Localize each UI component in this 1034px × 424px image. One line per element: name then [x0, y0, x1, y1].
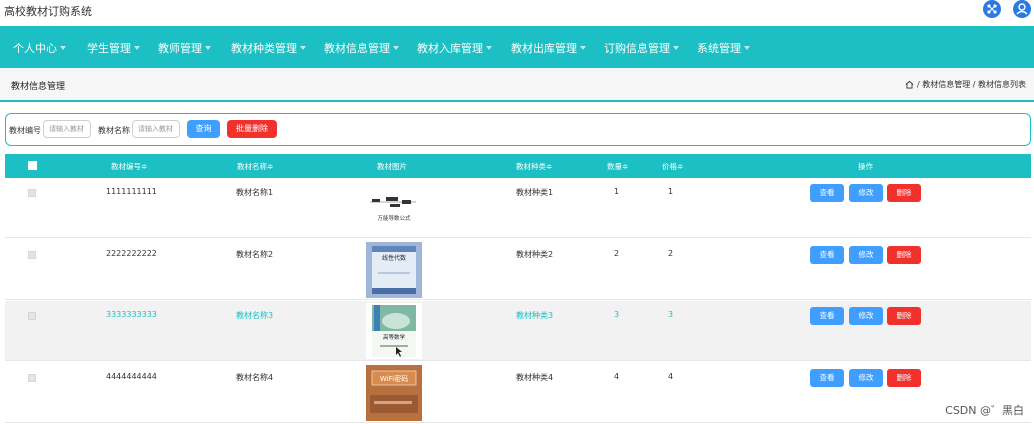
- cell-price: 1: [668, 187, 674, 196]
- app-title: 高校教材订购系统: [4, 5, 92, 18]
- edit-button[interactable]: 修改: [849, 369, 883, 387]
- nav-item-stock-out[interactable]: 教材出库管理: [511, 40, 586, 56]
- view-button[interactable]: 查看: [810, 369, 844, 387]
- chevron-down-icon: [205, 46, 211, 50]
- chevron-down-icon: [744, 46, 750, 50]
- home-icon[interactable]: [905, 80, 914, 89]
- apps-icon[interactable]: [983, 0, 1001, 18]
- cell-type: 教材种类1: [516, 188, 554, 197]
- nav-item-orders[interactable]: 订购信息管理: [604, 40, 679, 56]
- cell-name: 教材名称3: [236, 311, 274, 320]
- nav-item-students[interactable]: 学生管理: [87, 40, 140, 56]
- header-actions: 操作: [858, 162, 873, 171]
- cell-type: 教材种类4: [516, 373, 554, 382]
- cell-price: 3: [668, 310, 674, 319]
- watermark: CSDN @゛黑白: [945, 404, 1024, 417]
- breadcrumb-bar: 教材信息管理 / 教材信息管理 / 教材信息列表: [0, 68, 1034, 102]
- row-checkbox[interactable]: [28, 312, 36, 320]
- nav-item-teachers[interactable]: 教师管理: [158, 40, 211, 56]
- code-search-input[interactable]: 请输入教材: [43, 120, 91, 138]
- cell-name: 教材名称2: [236, 250, 274, 259]
- table-row[interactable]: 1111111111 教材名称1 万能导数公式 教材种类1 1 1 查看 修改 …: [5, 178, 1031, 238]
- delete-button[interactable]: 删除: [887, 307, 921, 325]
- row-checkbox[interactable]: [28, 251, 36, 259]
- batch-delete-button[interactable]: 批量删除: [227, 120, 277, 138]
- view-button[interactable]: 查看: [810, 307, 844, 325]
- view-button[interactable]: 查看: [810, 184, 844, 202]
- cell-image-text: 高等数学: [383, 333, 406, 341]
- table-row[interactable]: 3333333333 教材名称3 高等数学 教材种类3 3 3 查看 修改 删除: [5, 301, 1031, 361]
- delete-button[interactable]: 删除: [887, 369, 921, 387]
- textbook-image[interactable]: 线性代数: [366, 242, 422, 298]
- select-all-checkbox[interactable]: [28, 161, 37, 170]
- table-header: 教材编号≑ 教材名称≑ 教材图片 教材种类≑ 数量≑ 价格≑ 操作: [5, 154, 1031, 178]
- chevron-down-icon: [60, 46, 66, 50]
- chevron-down-icon: [486, 46, 492, 50]
- textbook-image[interactable]: 高等数学: [366, 303, 422, 359]
- search-form: 教材编号 请输入教材 教材名称 请输入教材 查询 批量删除: [5, 113, 1031, 146]
- textbook-image[interactable]: WiFi密码: [366, 365, 422, 421]
- nav-item-textbook-types[interactable]: 教材种类管理: [231, 40, 306, 56]
- cell-qty: 1: [614, 187, 620, 196]
- cell-type: 教材种类3: [516, 311, 554, 320]
- chevron-down-icon: [300, 46, 306, 50]
- edit-button[interactable]: 修改: [849, 307, 883, 325]
- page: 高校教材订购系统 个人中心 学生管理 教师管理 教材种类管理 教材信息管理 教材…: [0, 0, 1034, 424]
- breadcrumb-path: / 教材信息管理 / 教材信息列表: [916, 80, 1026, 89]
- cell-code: 3333333333: [106, 310, 157, 319]
- cell-image-text: 万能导数公式: [377, 214, 411, 222]
- header-price[interactable]: 价格≑: [662, 161, 683, 172]
- cell-qty: 4: [614, 372, 620, 381]
- cell-name: 教材名称4: [236, 373, 274, 382]
- chevron-down-icon: [393, 46, 399, 50]
- cell-code: 2222222222: [106, 249, 157, 258]
- nav-item-textbook-info[interactable]: 教材信息管理: [324, 40, 399, 56]
- header-type[interactable]: 教材种类≑: [516, 161, 552, 172]
- textbook-image[interactable]: 万能导数公式: [366, 180, 422, 236]
- table-row[interactable]: 2222222222 教材名称2 线性代数 教材种类2 2 2 查看 修改 删除: [5, 240, 1031, 300]
- top-bar: 高校教材订购系统: [0, 0, 1034, 26]
- edit-button[interactable]: 修改: [849, 246, 883, 264]
- name-label: 教材名称: [98, 126, 130, 135]
- view-button[interactable]: 查看: [810, 246, 844, 264]
- header-qty[interactable]: 数量≑: [607, 161, 628, 172]
- nav-item-system[interactable]: 系统管理: [697, 40, 750, 56]
- row-checkbox[interactable]: [28, 374, 36, 382]
- header-name[interactable]: 教材名称≑: [237, 161, 273, 172]
- cell-name: 教材名称1: [236, 188, 274, 197]
- cell-code: 1111111111: [106, 187, 157, 196]
- row-checkbox[interactable]: [28, 189, 36, 197]
- cell-qty: 3: [614, 310, 620, 319]
- cell-image-text: 线性代数: [382, 254, 406, 262]
- table-row[interactable]: 4444444444 教材名称4 WiFi密码 教材种类4 4 4 查看 修改 …: [5, 363, 1031, 423]
- textbook-table: 教材编号≑ 教材名称≑ 教材图片 教材种类≑ 数量≑ 价格≑ 操作 111111…: [5, 154, 1031, 424]
- chevron-down-icon: [134, 46, 140, 50]
- query-button[interactable]: 查询: [187, 120, 220, 138]
- nav-item-stock-in[interactable]: 教材入库管理: [417, 40, 492, 56]
- main-nav: 个人中心 学生管理 教师管理 教材种类管理 教材信息管理 教材入库管理 教材出库…: [0, 26, 1034, 68]
- user-icon[interactable]: [1013, 0, 1031, 18]
- name-search-input[interactable]: 请输入教材: [132, 120, 180, 138]
- breadcrumb: / 教材信息管理 / 教材信息列表: [905, 79, 1026, 90]
- header-image: 教材图片: [377, 162, 407, 171]
- cell-price: 4: [668, 372, 674, 381]
- cell-price: 2: [668, 249, 674, 258]
- chevron-down-icon: [580, 46, 586, 50]
- cell-image-text: WiFi密码: [380, 374, 408, 383]
- cell-code: 4444444444: [106, 372, 157, 381]
- delete-button[interactable]: 删除: [887, 184, 921, 202]
- edit-button[interactable]: 修改: [849, 184, 883, 202]
- code-label: 教材编号: [9, 126, 41, 135]
- cell-type: 教材种类2: [516, 250, 554, 259]
- cell-qty: 2: [614, 249, 620, 258]
- header-code[interactable]: 教材编号≑: [111, 161, 147, 172]
- delete-button[interactable]: 删除: [887, 246, 921, 264]
- nav-item-personal-center[interactable]: 个人中心: [13, 40, 66, 56]
- page-title: 教材信息管理: [11, 82, 66, 92]
- chevron-down-icon: [673, 46, 679, 50]
